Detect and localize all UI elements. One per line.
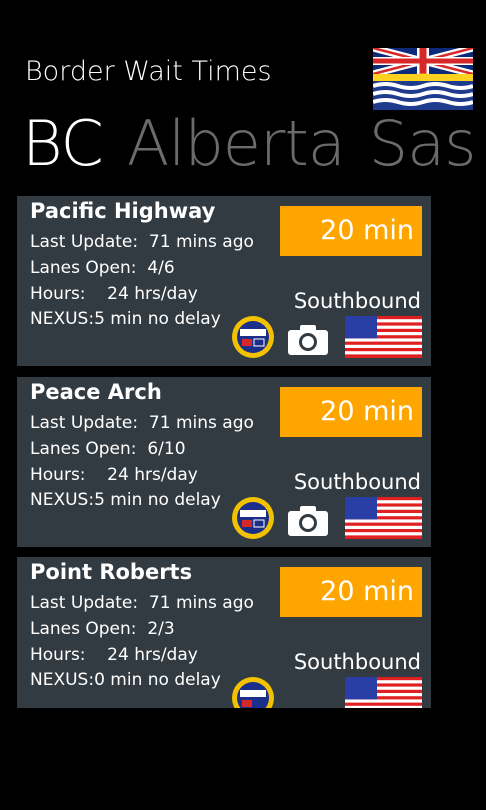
lanes-open-line: Lanes Open: 2/3 xyxy=(30,619,175,639)
nexus-wait: NEXUS:5 min no delay xyxy=(30,490,221,510)
lanes-open-value: 6/10 xyxy=(147,439,186,459)
nexus-wait: NEXUS:0 min no delay xyxy=(30,670,221,690)
nexus-logo-icon xyxy=(232,316,274,358)
last-update-label: Last Update: xyxy=(30,413,139,433)
wait-time-badge: 20 min xyxy=(280,206,422,256)
direction-label: Southbound xyxy=(293,289,421,313)
hours-label: Hours: xyxy=(30,284,86,304)
hours-value: 24 hrs/day xyxy=(107,645,198,665)
wait-time-badge: 20 min xyxy=(280,387,422,437)
crossing-name: Peace Arch xyxy=(30,380,162,404)
hours-line: Hours: 24 hrs/day xyxy=(30,465,198,485)
direction-label: Southbound xyxy=(293,470,421,494)
lanes-open-value: 4/6 xyxy=(147,258,175,278)
us-flag-icon xyxy=(345,497,422,539)
lanes-open-line: Lanes Open: 4/6 xyxy=(30,258,175,278)
hours-line: Hours: 24 hrs/day xyxy=(30,645,198,665)
pivot-header: BC Alberta Sas xyxy=(22,104,486,184)
last-update-label: Last Update: xyxy=(30,593,139,613)
crossing-name: Point Roberts xyxy=(30,560,193,584)
app-title: Border Wait Times xyxy=(25,56,272,87)
last-update-line: Last Update: 71 mins ago xyxy=(30,232,254,252)
last-update-value: 71 mins ago xyxy=(148,593,254,613)
nexus-wait: NEXUS:5 min no delay xyxy=(30,309,221,329)
camera-icon[interactable] xyxy=(287,505,329,537)
pivot-item-saskatchewan[interactable]: Sas xyxy=(369,107,477,180)
last-update-line: Last Update: 71 mins ago xyxy=(30,593,254,613)
last-update-value: 71 mins ago xyxy=(148,232,254,252)
last-update-value: 71 mins ago xyxy=(148,413,254,433)
camera-icon[interactable] xyxy=(287,324,329,356)
crossing-card-peace-arch[interactable]: Peace Arch Last Update: 71 mins ago Lane… xyxy=(17,377,431,547)
last-update-label: Last Update: xyxy=(30,232,139,252)
hours-label: Hours: xyxy=(30,645,86,665)
crossing-card-pacific-highway[interactable]: Pacific Highway Last Update: 71 mins ago… xyxy=(17,196,431,366)
crossing-name: Pacific Highway xyxy=(30,199,216,223)
crossing-card-point-roberts[interactable]: Point Roberts Last Update: 71 mins ago L… xyxy=(17,557,431,708)
hours-value: 24 hrs/day xyxy=(107,465,198,485)
nexus-logo-icon xyxy=(232,497,274,539)
us-flag-icon xyxy=(345,677,422,708)
us-flag-icon xyxy=(345,316,422,358)
hours-line: Hours: 24 hrs/day xyxy=(30,284,198,304)
bc-flag-icon xyxy=(373,48,473,110)
pivot-item-alberta[interactable]: Alberta xyxy=(127,107,346,180)
lanes-open-line: Lanes Open: 6/10 xyxy=(30,439,186,459)
lanes-open-label: Lanes Open: xyxy=(30,258,137,278)
wait-time-badge: 20 min xyxy=(280,567,422,617)
lanes-open-value: 2/3 xyxy=(147,619,175,639)
nexus-logo-icon xyxy=(232,677,274,708)
pivot-item-bc[interactable]: BC xyxy=(22,107,104,180)
lanes-open-label: Lanes Open: xyxy=(30,439,137,459)
lanes-open-label: Lanes Open: xyxy=(30,619,137,639)
hours-value: 24 hrs/day xyxy=(107,284,198,304)
last-update-line: Last Update: 71 mins ago xyxy=(30,413,254,433)
hours-label: Hours: xyxy=(30,465,86,485)
direction-label: Southbound xyxy=(293,650,421,674)
